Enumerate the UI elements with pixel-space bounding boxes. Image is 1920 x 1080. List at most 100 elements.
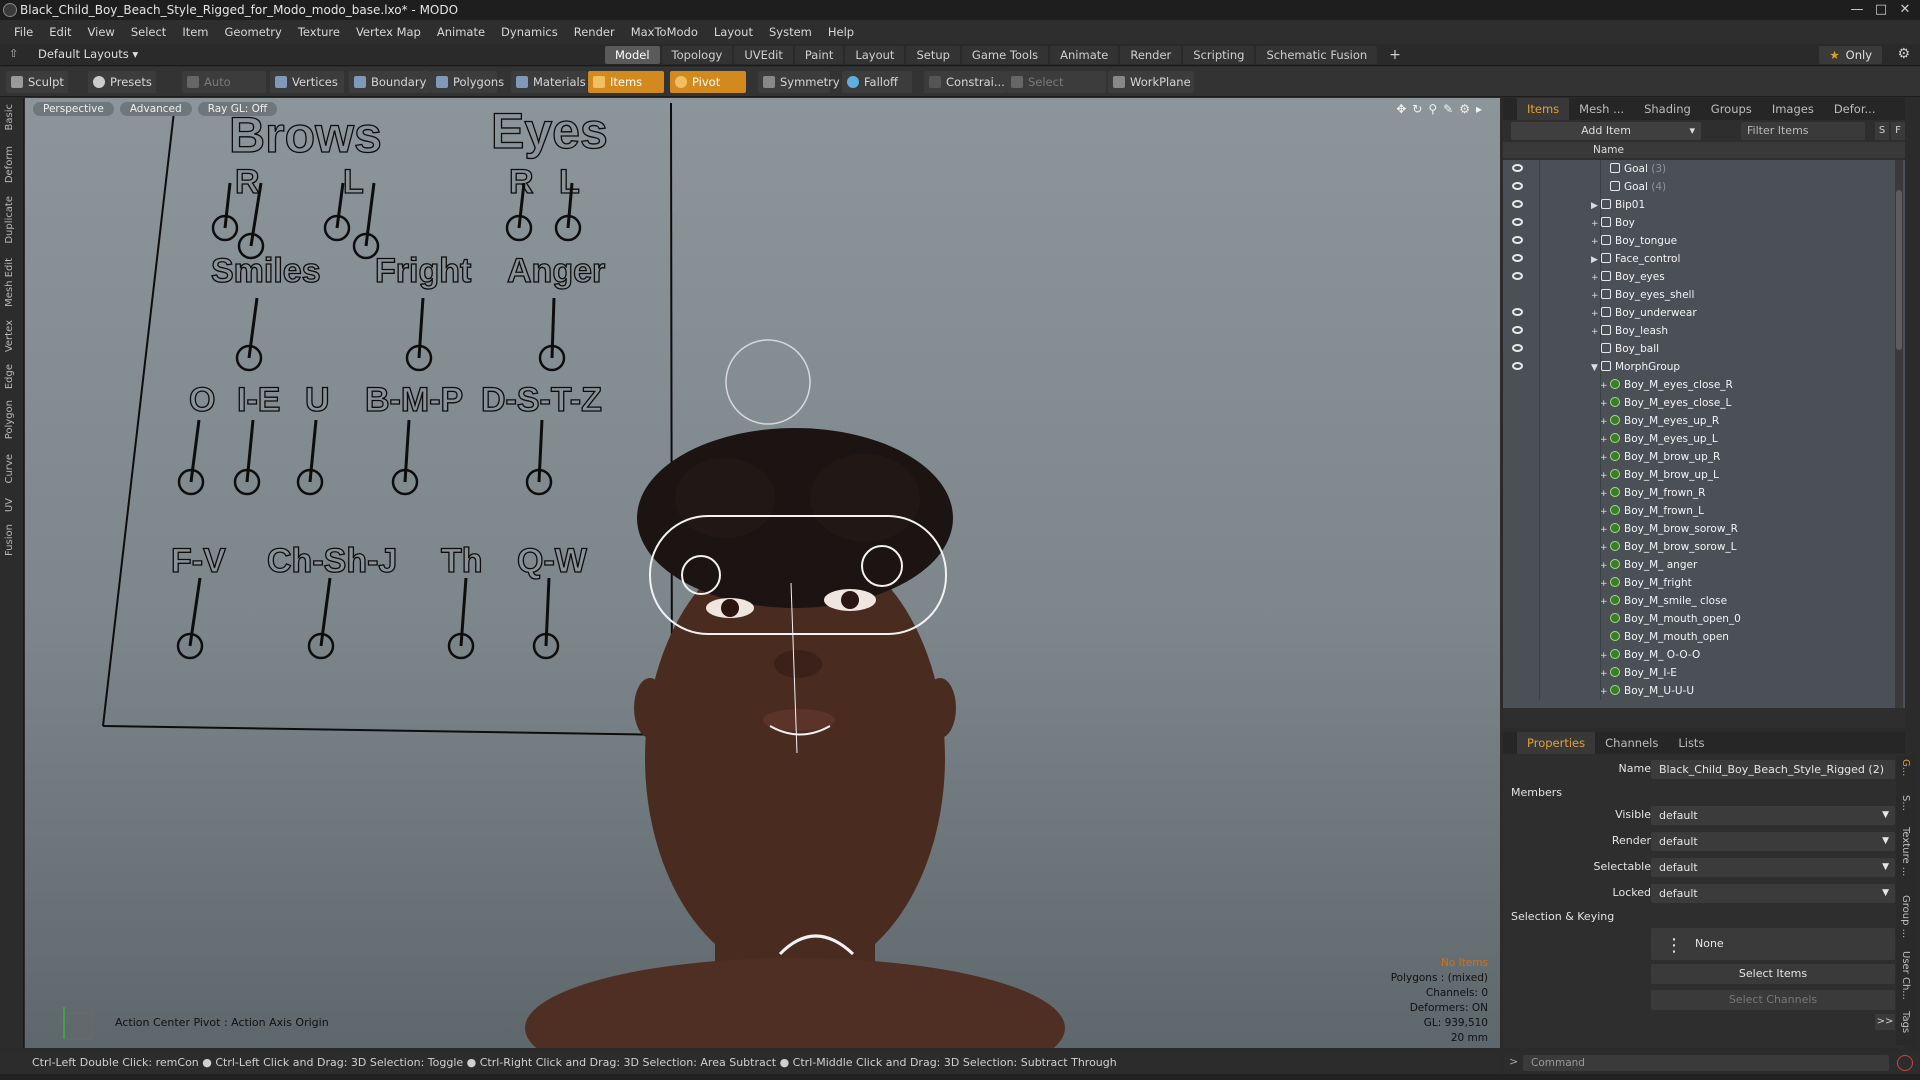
expand-toggle-icon[interactable]: + bbox=[1600, 557, 1610, 575]
tab-topology[interactable]: Topology bbox=[661, 46, 733, 64]
expand-toggle-icon[interactable]: ▶ bbox=[1591, 197, 1601, 215]
sculpt-button[interactable]: Sculpt bbox=[6, 71, 68, 93]
side-tab-g[interactable]: G... bbox=[1900, 759, 1911, 776]
render-dropdown[interactable]: default ▼ bbox=[1651, 832, 1895, 851]
expand-toggle-icon[interactable]: ▼ bbox=[1591, 359, 1601, 377]
visibility-eye-icon[interactable] bbox=[1512, 344, 1523, 352]
boundary-button[interactable]: Boundary bbox=[349, 71, 431, 93]
tree-row[interactable]: + Boy_M_eyes_close_L bbox=[1503, 394, 1905, 412]
menu-edit[interactable]: Edit bbox=[41, 20, 79, 44]
tab-properties[interactable]: Properties bbox=[1517, 732, 1596, 754]
menu-maxtomodo[interactable]: MaxToModo bbox=[623, 20, 706, 44]
tree-row[interactable]: + Boy_underwear bbox=[1503, 304, 1905, 322]
menu-texture[interactable]: Texture bbox=[290, 20, 348, 44]
tree-row[interactable]: Boy_M_mouth_open bbox=[1503, 628, 1905, 646]
filter-s-button[interactable]: S bbox=[1875, 122, 1889, 140]
side-tab-user-channels[interactable]: User Ch... bbox=[1900, 951, 1911, 1000]
polygons-button[interactable]: Polygons bbox=[431, 71, 504, 93]
add-tab-icon[interactable]: + bbox=[1379, 46, 1411, 64]
expand-toggle-icon[interactable]: + bbox=[1600, 377, 1610, 395]
left-tab-deform[interactable]: Deform bbox=[4, 146, 15, 183]
expand-toggle-icon[interactable]: + bbox=[1600, 467, 1610, 485]
layout-toggle-icon[interactable]: ⇧ bbox=[9, 47, 18, 60]
select-through-button[interactable]: Select Through bbox=[1006, 71, 1106, 111]
tree-row[interactable]: Boy_M_mouth_open_0 bbox=[1503, 610, 1905, 628]
select-items-button[interactable]: Select Items bbox=[1651, 964, 1895, 984]
tree-row[interactable]: + Boy_M_brow_sorow_L bbox=[1503, 538, 1905, 556]
constrain-button[interactable]: Constrai... bbox=[924, 71, 1006, 93]
presets-button[interactable]: Presets bbox=[88, 71, 156, 93]
gear-icon[interactable]: ⚙ bbox=[1897, 46, 1910, 62]
layout-selector[interactable]: Default Layouts ▾ bbox=[38, 47, 138, 61]
tab-groups[interactable]: Groups bbox=[1701, 98, 1762, 120]
expand-toggle-icon[interactable]: + bbox=[1600, 593, 1610, 611]
tab-channels[interactable]: Channels bbox=[1595, 732, 1668, 754]
tree-row[interactable]: + Boy_M_brow_up_R bbox=[1503, 448, 1905, 466]
items-button[interactable]: Items bbox=[588, 71, 664, 93]
side-tab-texture[interactable]: Texture ... bbox=[1900, 827, 1911, 876]
expand-toggle-icon[interactable]: + bbox=[1591, 215, 1601, 233]
menu-animate[interactable]: Animate bbox=[429, 20, 493, 44]
tree-row[interactable]: Goal (3) bbox=[1503, 160, 1905, 178]
pivot-button[interactable]: Pivot bbox=[670, 71, 746, 93]
tree-row[interactable]: + Boy bbox=[1503, 214, 1905, 232]
menu-geometry[interactable]: Geometry bbox=[217, 20, 290, 44]
tab-paint[interactable]: Paint bbox=[794, 46, 844, 64]
visibility-eye-icon[interactable] bbox=[1512, 362, 1523, 370]
tab-model[interactable]: Model bbox=[605, 46, 660, 64]
symmetry-button[interactable]: Symmetry bbox=[758, 71, 840, 93]
expand-toggle-icon[interactable]: + bbox=[1600, 413, 1610, 431]
tree-row[interactable]: + Boy_eyes bbox=[1503, 268, 1905, 286]
menu-layout[interactable]: Layout bbox=[706, 20, 761, 44]
materials-button[interactable]: Materials bbox=[511, 71, 587, 93]
left-tab-fusion[interactable]: Fusion bbox=[4, 524, 15, 556]
close-icon[interactable]: ✕ bbox=[1894, 0, 1916, 20]
maximize-icon[interactable]: □ bbox=[1870, 0, 1892, 20]
minimize-icon[interactable]: — bbox=[1846, 0, 1868, 20]
expand-toggle-icon[interactable]: + bbox=[1591, 305, 1601, 323]
filter-f-button[interactable]: F bbox=[1891, 122, 1905, 140]
tab-layout[interactable]: Layout bbox=[845, 46, 905, 64]
tree-row[interactable]: ▶ Bip01 bbox=[1503, 196, 1905, 214]
tab-images[interactable]: Images bbox=[1762, 98, 1824, 120]
workplane-button[interactable]: WorkPlane bbox=[1108, 71, 1194, 93]
tree-row[interactable]: + Boy_M_ O-O-O bbox=[1503, 646, 1905, 664]
tree-row[interactable]: + Boy_M_eyes_up_R bbox=[1503, 412, 1905, 430]
tree-row[interactable]: + Boy_M_ anger bbox=[1503, 556, 1905, 574]
left-tab-polygon[interactable]: Polygon bbox=[4, 400, 15, 439]
menu-view[interactable]: View bbox=[80, 20, 123, 44]
tree-row[interactable]: + Boy_M_brow_up_L bbox=[1503, 466, 1905, 484]
side-tab-s[interactable]: S... bbox=[1900, 795, 1911, 811]
left-tab-duplicate[interactable]: Duplicate bbox=[4, 196, 15, 244]
filter-items-input[interactable]: Filter Items bbox=[1741, 122, 1865, 140]
expand-toggle-icon[interactable]: + bbox=[1600, 485, 1610, 503]
column-header-name[interactable]: Name bbox=[1503, 142, 1905, 158]
auto-select-button[interactable]: Auto Select bbox=[182, 71, 266, 111]
members-section[interactable]: Members bbox=[1511, 786, 1562, 799]
viewport-gear-icon[interactable]: ⚙ bbox=[1459, 102, 1476, 116]
visibility-eye-icon[interactable] bbox=[1512, 308, 1523, 316]
locked-dropdown[interactable]: default ▼ bbox=[1651, 884, 1895, 903]
name-field[interactable]: Black_Child_Boy_Beach_Style_Rigged (2) bbox=[1651, 760, 1895, 779]
visibility-eye-icon[interactable] bbox=[1512, 200, 1523, 208]
left-tab-mesh-edit[interactable]: Mesh Edit bbox=[4, 258, 15, 307]
rotate-view-icon[interactable]: ↻ bbox=[1412, 102, 1428, 116]
tree-row[interactable]: + Boy_M_frown_L bbox=[1503, 502, 1905, 520]
add-item-button[interactable]: Add Item ▾ bbox=[1511, 122, 1701, 140]
menu-file[interactable]: File bbox=[6, 20, 41, 44]
menu-dynamics[interactable]: Dynamics bbox=[493, 20, 566, 44]
tab-animate[interactable]: Animate bbox=[1050, 46, 1119, 64]
expand-toggle-icon[interactable]: + bbox=[1591, 233, 1601, 251]
fit-icon[interactable]: ✎ bbox=[1443, 102, 1459, 116]
expand-toggle-icon[interactable]: + bbox=[1591, 287, 1601, 305]
visibility-eye-icon[interactable] bbox=[1512, 218, 1523, 226]
tree-row[interactable]: + Boy_M_eyes_close_R bbox=[1503, 376, 1905, 394]
menu-select[interactable]: Select bbox=[123, 20, 174, 44]
3d-viewport[interactable]: Brows Eyes R L R L Smiles Fright Anger O… bbox=[25, 98, 1500, 1048]
tab-lists[interactable]: Lists bbox=[1668, 732, 1714, 754]
ray-gl-button[interactable]: Ray GL: Off bbox=[197, 102, 278, 116]
visible-dropdown[interactable]: default ▼ bbox=[1651, 806, 1895, 825]
tree-row[interactable]: Goal (4) bbox=[1503, 178, 1905, 196]
expand-button[interactable]: >> bbox=[1875, 1014, 1895, 1030]
tree-row[interactable]: Boy_ball bbox=[1503, 340, 1905, 358]
